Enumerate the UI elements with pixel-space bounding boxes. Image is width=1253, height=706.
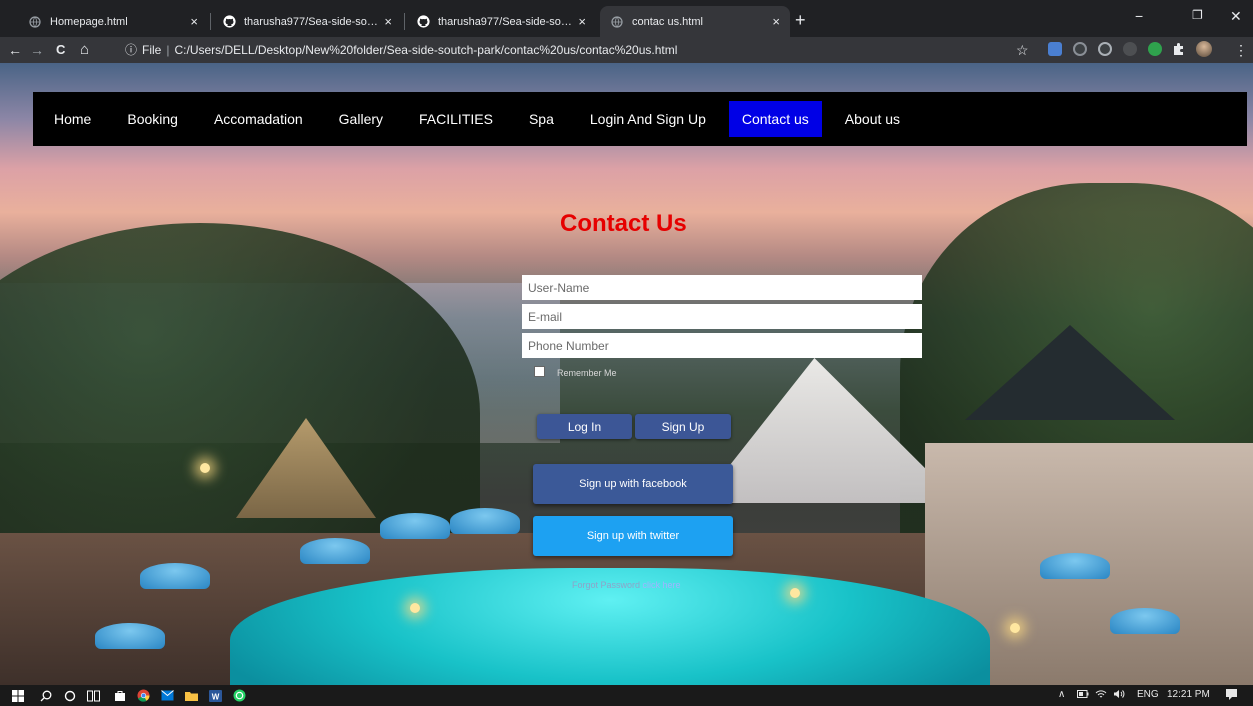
page-background [0, 63, 1253, 685]
tray-arrow-icon[interactable]: ∧ [1058, 689, 1065, 700]
clock[interactable]: 12:21 PM [1167, 689, 1210, 700]
remember-me-checkbox[interactable] [534, 366, 545, 377]
tab-separator [210, 13, 211, 30]
nav-item-facilities[interactable]: FACILITIES [406, 101, 506, 137]
background-light [410, 603, 420, 613]
extension-green-icon[interactable] [1148, 42, 1162, 56]
whatsapp-icon[interactable] [232, 688, 247, 703]
username-input[interactable] [522, 275, 922, 300]
tab-github-1[interactable]: tharusha977/Sea-side-soutch-park × [212, 6, 402, 37]
browser-menu-icon[interactable]: ⋮ [1234, 41, 1248, 59]
mail-icon[interactable] [160, 688, 175, 703]
browser-tab-bar: Homepage.html × tharusha977/Sea-side-sou… [0, 0, 1253, 37]
search-icon[interactable] [38, 688, 53, 703]
background-umbrella [1040, 553, 1110, 579]
tab-contact-us[interactable]: contac us.html × [600, 6, 790, 37]
forgot-password-link[interactable]: click here [643, 580, 681, 590]
minimize-icon[interactable]: − [1135, 8, 1143, 24]
extension-ring-icon[interactable] [1098, 42, 1112, 56]
forgot-password-label: Forgot Password [572, 580, 641, 590]
address-scheme: File [142, 43, 162, 57]
tab-close-icon[interactable]: × [772, 14, 780, 29]
volume-icon[interactable] [1113, 689, 1125, 702]
tab-github-2[interactable]: tharusha977/Sea-side-soutch-park × [406, 6, 596, 37]
extension-shield-icon[interactable] [1073, 42, 1087, 56]
phone-number-input[interactable] [522, 333, 922, 358]
tab-title: contac us.html [632, 15, 703, 28]
forward-icon[interactable]: → [30, 41, 44, 59]
word-icon[interactable]: W [208, 688, 223, 703]
forgot-password-text: Forgot Password click here [572, 580, 681, 590]
address-bar[interactable]: ⓘ File | C:/Users/DELL/Desktop/New%20fol… [125, 40, 1005, 60]
globe-icon [28, 15, 42, 29]
cortana-icon[interactable] [62, 688, 77, 703]
tab-homepage[interactable]: Homepage.html × [18, 6, 208, 37]
nav-item-accomadation[interactable]: Accomadation [201, 101, 316, 137]
new-tab-button[interactable]: + [795, 10, 806, 31]
battery-icon[interactable] [1077, 689, 1089, 702]
tab-separator [404, 13, 405, 30]
github-icon [222, 15, 236, 29]
background-umbrella [380, 513, 450, 539]
info-icon[interactable]: ⓘ [125, 40, 137, 60]
chrome-icon[interactable] [136, 688, 151, 703]
maximize-icon[interactable]: ❐ [1192, 8, 1203, 22]
background-umbrella [95, 623, 165, 649]
background-umbrella [450, 508, 520, 534]
email-input[interactable] [522, 304, 922, 329]
background-umbrella [300, 538, 370, 564]
nav-item-about-us[interactable]: About us [832, 101, 913, 137]
background-light [790, 588, 800, 598]
globe-icon [610, 15, 624, 29]
nav-item-booking[interactable]: Booking [114, 101, 191, 137]
windows-start-icon[interactable] [10, 688, 25, 703]
sign-up-facebook-button[interactable]: Sign up with facebook [533, 464, 733, 504]
nav-item-spa[interactable]: Spa [516, 101, 567, 137]
tab-close-icon[interactable]: × [190, 14, 198, 29]
remember-me-label: Remember Me [557, 368, 617, 378]
svg-text:W: W [212, 692, 220, 701]
nav-item-login-signup[interactable]: Login And Sign Up [577, 101, 719, 137]
tab-close-icon[interactable]: × [578, 14, 586, 29]
nav-item-contact-us[interactable]: Contact us [728, 101, 822, 137]
task-view-icon[interactable] [86, 688, 101, 703]
bookmark-star-icon[interactable]: ☆ [1016, 41, 1029, 59]
nav-item-gallery[interactable]: Gallery [326, 101, 396, 137]
tab-title: tharusha977/Sea-side-soutch-park [438, 15, 572, 28]
browser-toolbar: ← → C ⌂ ⓘ File | C:/Users/DELL/Desktop/N… [0, 37, 1253, 63]
close-window-icon[interactable]: ✕ [1230, 8, 1242, 25]
github-icon [416, 15, 430, 29]
log-in-button[interactable]: Log In [537, 414, 632, 439]
tab-title: tharusha977/Sea-side-soutch-park [244, 15, 378, 28]
file-explorer-icon[interactable] [184, 688, 199, 703]
extensions-puzzle-icon[interactable] [1172, 42, 1186, 56]
store-icon[interactable] [112, 688, 127, 703]
background-light [200, 463, 210, 473]
address-separator: | [166, 43, 170, 57]
address-url: C:/Users/DELL/Desktop/New%20folder/Sea-s… [174, 43, 678, 57]
nav-item-home[interactable]: Home [41, 101, 104, 137]
back-icon[interactable]: ← [8, 41, 22, 59]
background-umbrella [1110, 608, 1180, 634]
notifications-icon[interactable] [1225, 688, 1238, 704]
extension-translate-icon[interactable] [1048, 42, 1062, 56]
tab-close-icon[interactable]: × [384, 14, 392, 29]
site-navigation: Home Booking Accomadation Gallery FACILI… [33, 92, 1247, 146]
profile-avatar[interactable] [1196, 41, 1212, 57]
page-title: Contact Us [560, 210, 687, 237]
sign-up-button[interactable]: Sign Up [635, 414, 731, 439]
extension-grey-icon[interactable] [1123, 42, 1137, 56]
home-icon[interactable]: ⌂ [80, 41, 89, 59]
windows-taskbar: W ∧ ENG 12:21 PM [0, 685, 1253, 706]
wifi-icon[interactable] [1095, 689, 1107, 702]
background-umbrella [140, 563, 210, 589]
sign-up-twitter-button[interactable]: Sign up with twitter [533, 516, 733, 556]
reload-icon[interactable]: C [56, 41, 65, 59]
language-indicator[interactable]: ENG [1137, 689, 1159, 700]
background-light [1010, 623, 1020, 633]
tab-title: Homepage.html [50, 15, 128, 28]
